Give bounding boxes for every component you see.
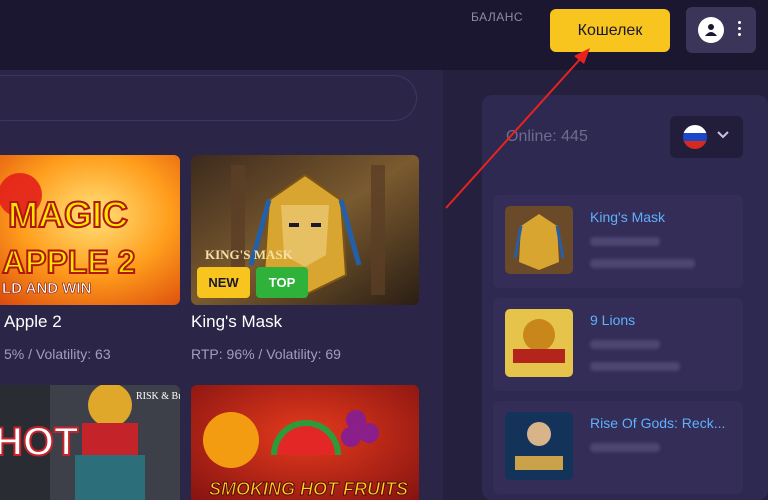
win-game-name[interactable]: 9 Lions <box>590 312 635 328</box>
art-apple: APPLE 2 <box>2 244 135 280</box>
more-vertical-icon <box>738 21 742 39</box>
art-kings-mask: KING'S MASK <box>205 247 294 262</box>
game-thumbnail-smoking-hot-fruits[interactable]: SMOKING HOT FRUITS <box>191 385 419 500</box>
game-meta: RTP: 96% / Volatility: 69 <box>191 346 341 362</box>
art-magic: MAGIC <box>8 194 128 235</box>
art-risk-buy: RISK & Buy <box>136 391 180 402</box>
sidebar-panel: Online: 445 King's Mask 9 Lions Rise Of … <box>482 95 768 500</box>
blurred-amount <box>590 259 695 268</box>
online-count: Online: 445 <box>506 128 588 145</box>
game-title[interactable]: Apple 2 <box>4 312 62 332</box>
badge-top: TOP <box>256 267 308 298</box>
wallet-button[interactable]: Кошелек <box>550 9 670 52</box>
recent-win-item[interactable]: Rise Of Gods: Reck... <box>493 401 743 494</box>
top-bar: БАЛАНС Кошелек <box>0 0 768 70</box>
user-menu-button[interactable] <box>686 7 756 53</box>
blurred-user <box>590 443 660 452</box>
game-meta: 5% / Volatility: 63 <box>4 346 111 362</box>
user-icon <box>698 17 724 43</box>
game-thumbnail-magic-apple[interactable]: MAGIC APPLE 2 LD AND WIN <box>0 155 180 305</box>
chevron-down-icon <box>717 131 729 139</box>
win-game-name[interactable]: Rise Of Gods: Reck... <box>590 415 725 431</box>
art-hot: HOT <box>0 420 78 464</box>
badge-new: NEW <box>197 267 250 298</box>
recent-win-item[interactable]: King's Mask <box>493 195 743 288</box>
win-game-name[interactable]: King's Mask <box>590 209 665 225</box>
blurred-user <box>590 237 660 246</box>
language-selector[interactable] <box>670 116 743 158</box>
balance-label: БАЛАНС <box>471 10 524 24</box>
win-thumbnail-rise-of-gods <box>505 412 573 480</box>
blurred-amount <box>590 362 680 371</box>
win-thumbnail-kings-mask <box>505 206 573 274</box>
blurred-user <box>590 340 660 349</box>
game-thumbnail-hot[interactable]: HOT RISK & Buy <box>0 385 180 500</box>
russia-flag-icon <box>683 125 707 149</box>
recent-win-item[interactable]: 9 Lions <box>493 298 743 391</box>
search-input[interactable] <box>0 75 417 121</box>
art-smoking-hot-fruits: SMOKING HOT FRUITS <box>209 479 408 499</box>
art-tagline: LD AND WIN <box>2 280 91 297</box>
win-thumbnail-9-lions <box>505 309 573 377</box>
game-title[interactable]: King's Mask <box>191 312 282 332</box>
